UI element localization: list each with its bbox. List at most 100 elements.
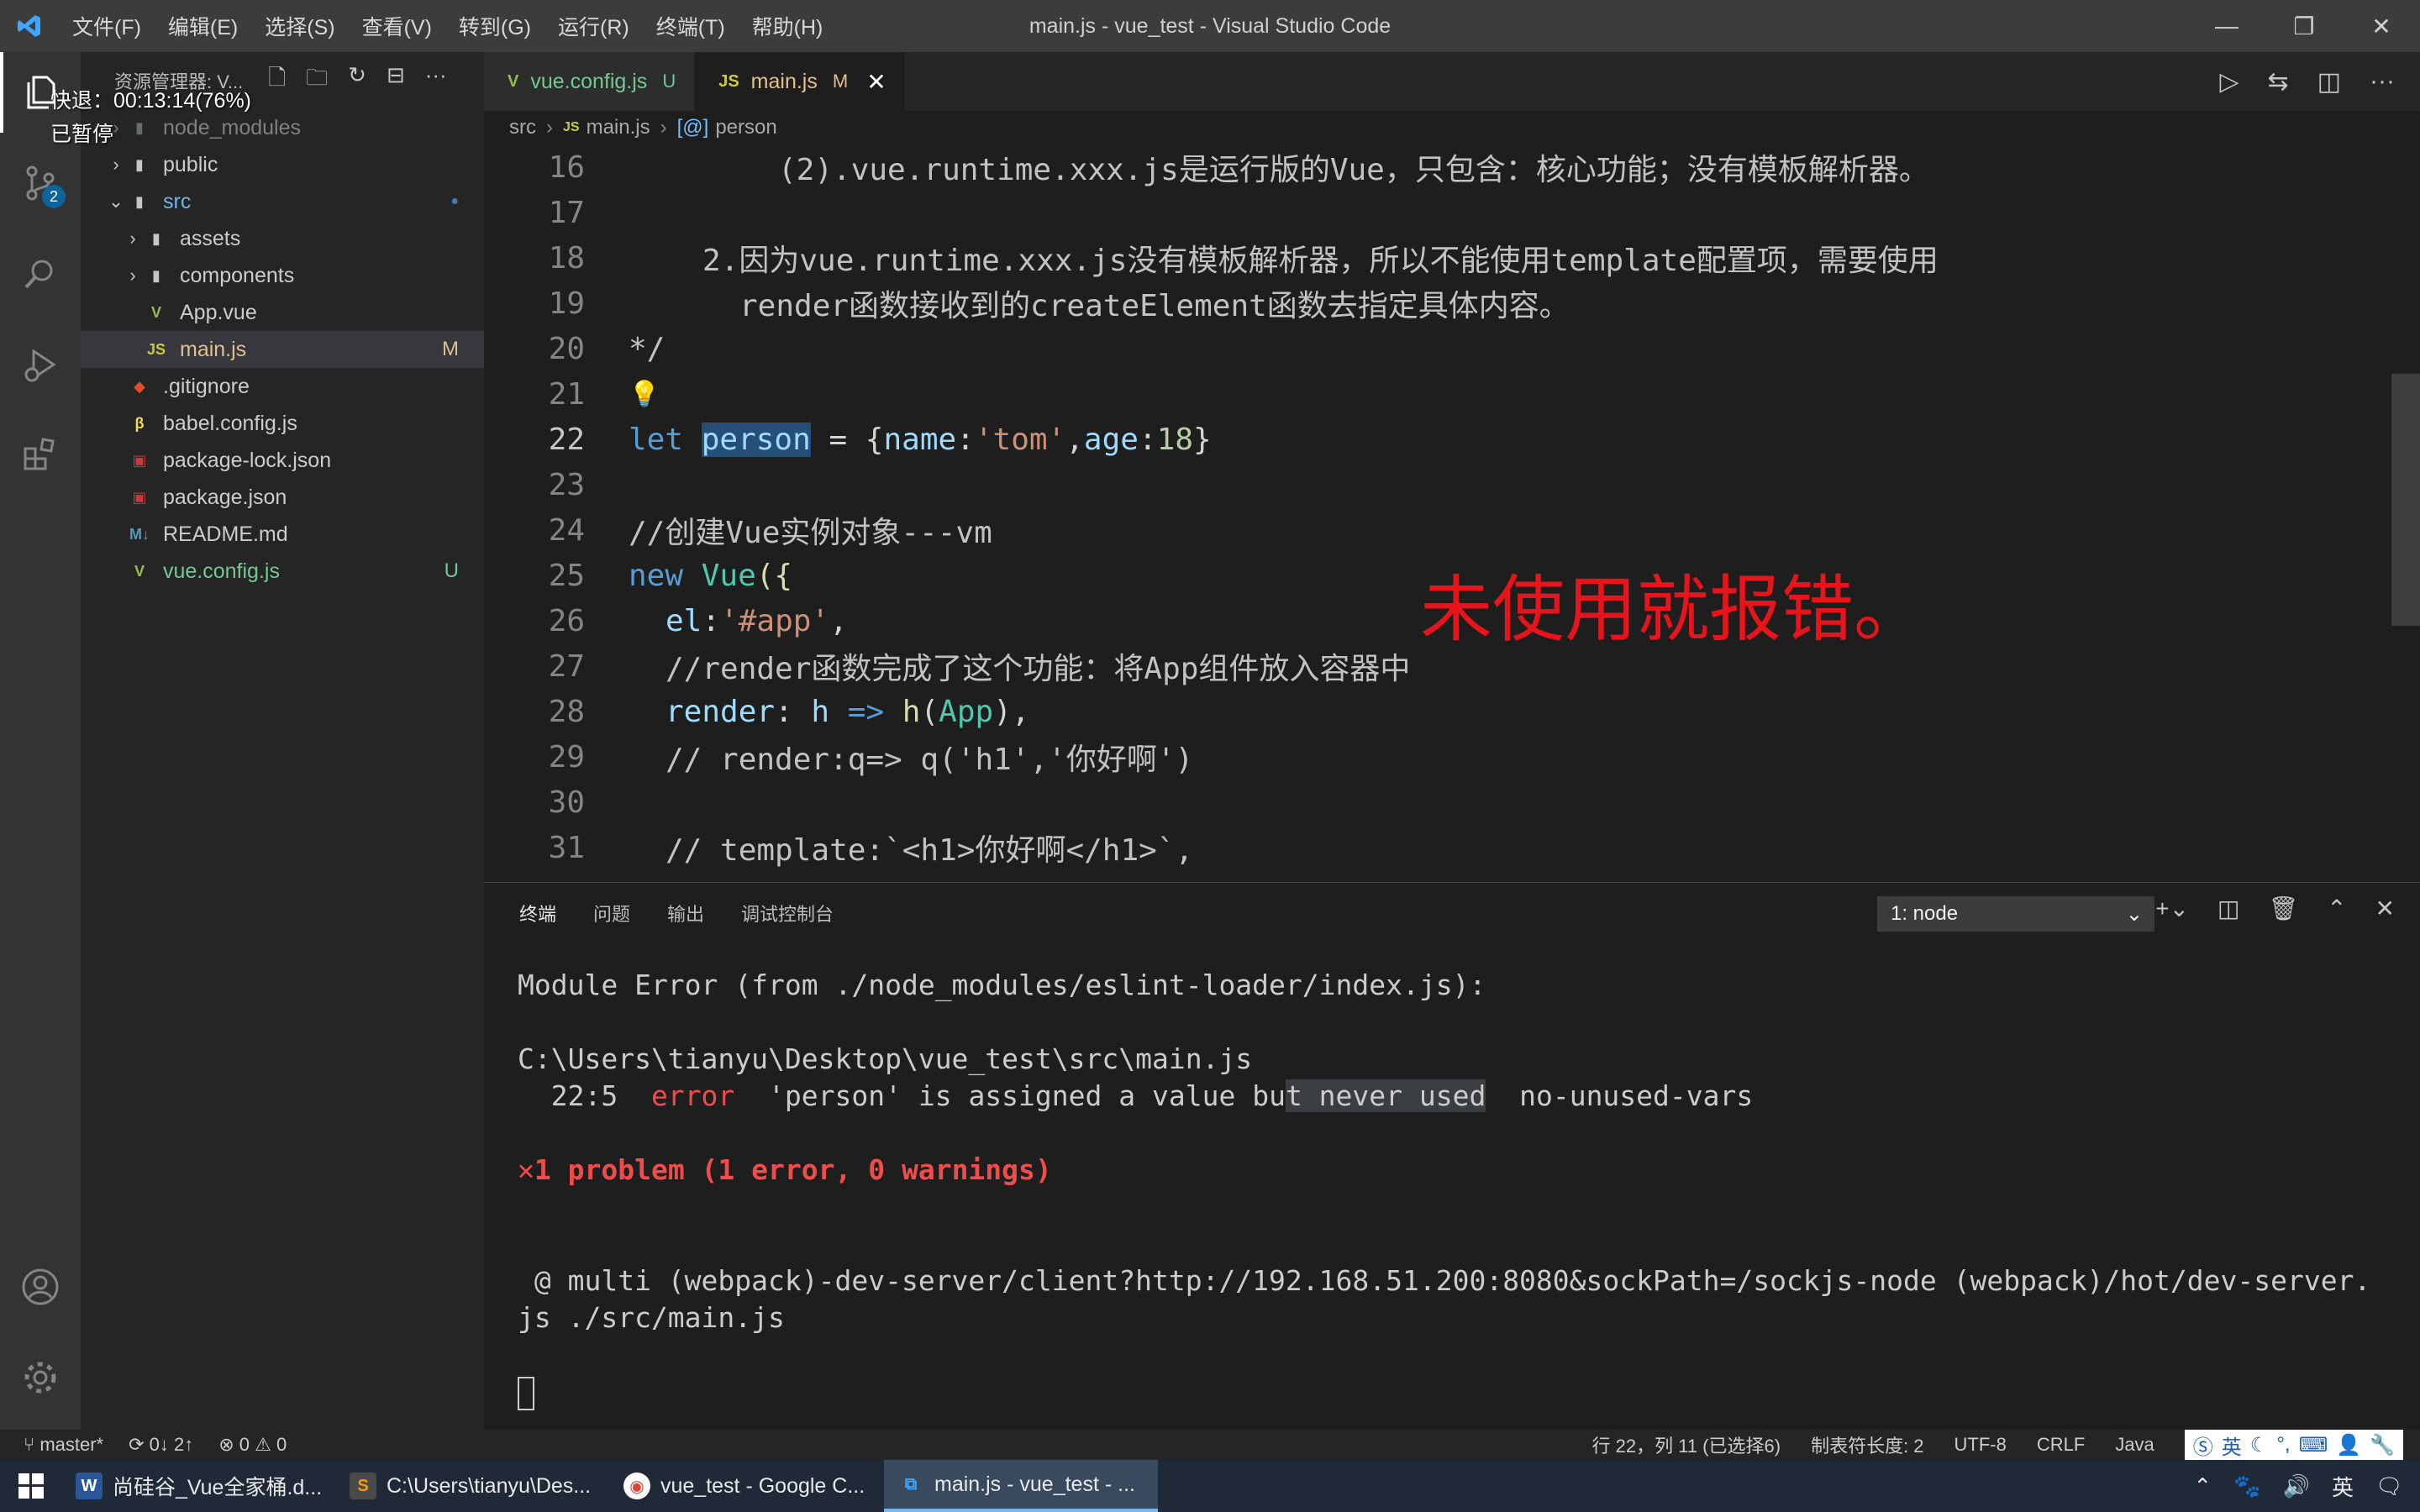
- more-actions-icon[interactable]: ···: [425, 62, 447, 99]
- tree-item-package-lock[interactable]: ▣ package-lock.json: [81, 442, 484, 479]
- taskbar-item-sublime[interactable]: S C:\Users\tianyu\Des...: [336, 1460, 610, 1512]
- menu-edit[interactable]: 编辑(E): [155, 11, 251, 41]
- menu-run[interactable]: 运行(R): [544, 11, 643, 41]
- scrollbar-thumb[interactable]: [2391, 374, 2420, 626]
- indentation[interactable]: 制表符长度: 2: [1811, 1431, 1923, 1458]
- menu-terminal[interactable]: 终端(T): [643, 11, 739, 41]
- tab-label: main.js: [750, 69, 818, 93]
- new-file-icon[interactable]: 🗋: [268, 62, 286, 99]
- modified-dot: ●: [450, 194, 459, 208]
- maximize-panel-icon[interactable]: ⌃: [2327, 895, 2346, 922]
- modified-badge: M: [442, 338, 459, 360]
- trash-icon[interactable]: 🗑: [2269, 895, 2299, 922]
- menu-go[interactable]: 转到(G): [445, 11, 544, 41]
- chevron-down-icon: ⌄: [108, 191, 124, 212]
- windows-start-icon[interactable]: [0, 1460, 62, 1512]
- split-terminal-icon[interactable]: ◫: [2217, 895, 2239, 922]
- tab-vue-config[interactable]: V vue.config.js U: [484, 52, 696, 111]
- error-x-icon: ✕: [518, 1153, 534, 1186]
- tree-item-node-modules[interactable]: › ▮ node_modules: [81, 109, 484, 146]
- breadcrumb-item[interactable]: person: [715, 116, 776, 139]
- open-changes-icon[interactable]: ⇆: [2268, 67, 2289, 97]
- terminal-select[interactable]: 1: node ⌄: [1877, 896, 2154, 932]
- taskbar-item-chrome[interactable]: ◉ vue_test - Google C...: [610, 1460, 884, 1512]
- line-number: 21: [548, 376, 585, 412]
- run-icon[interactable]: ▷: [2219, 67, 2238, 97]
- menu-selection[interactable]: 选择(S): [251, 11, 348, 41]
- tree-item-package-json[interactable]: ▣ package.json: [81, 479, 484, 516]
- tray-ime[interactable]: 英: [2332, 1471, 2354, 1502]
- taskbar-item-vscode[interactable]: ⧉ main.js - vue_test - ...: [884, 1460, 1158, 1512]
- source-control-icon[interactable]: 2: [0, 143, 81, 223]
- tree-item-src[interactable]: ⌄ ▮ src ●: [81, 183, 484, 220]
- tray-expand-icon[interactable]: ⌃: [2193, 1473, 2212, 1499]
- tree-item-readme[interactable]: M↓ README.md: [81, 516, 484, 553]
- git-sync[interactable]: ⟳ 0↓ 2↑: [129, 1434, 193, 1456]
- menu-help[interactable]: 帮助(H): [739, 11, 837, 41]
- new-folder-icon[interactable]: 🗀: [306, 62, 328, 99]
- breadcrumb-item[interactable]: main.js: [587, 116, 650, 139]
- tab-terminal[interactable]: 终端: [519, 900, 556, 927]
- tree-item-main-js[interactable]: JS main.js M: [81, 331, 484, 368]
- close-panel-icon[interactable]: ✕: [2375, 895, 2395, 922]
- breadcrumb-item[interactable]: src: [509, 116, 536, 139]
- tree-item-app-vue[interactable]: V App.vue: [81, 294, 484, 331]
- tree-item-label: .gitignore: [163, 374, 250, 398]
- code-text: */: [629, 331, 666, 366]
- git-branch[interactable]: ⑂ master*: [24, 1434, 103, 1456]
- tree-item-assets[interactable]: › ▮ assets: [81, 220, 484, 257]
- tab-problems[interactable]: 问题: [593, 900, 630, 927]
- close-window-icon[interactable]: ✕: [2343, 0, 2420, 52]
- tree-item-babel-config[interactable]: β babel.config.js: [81, 405, 484, 442]
- menu-view[interactable]: 查看(V): [349, 11, 445, 41]
- ime-toolbar[interactable]: Ⓢ 英 ☾ °, ⌨ 👤 🔧: [2184, 1430, 2403, 1460]
- tab-main-js[interactable]: JS main.js M ✕: [695, 52, 906, 111]
- more-actions-icon[interactable]: ···: [2370, 67, 2395, 96]
- tab-output[interactable]: 输出: [667, 900, 704, 927]
- line-number: 26: [548, 603, 585, 638]
- menu-file[interactable]: 文件(F): [59, 11, 155, 41]
- folder-icon: ▮: [135, 155, 144, 173]
- refresh-icon[interactable]: ↻: [348, 62, 366, 99]
- close-tab-icon[interactable]: ✕: [866, 68, 886, 96]
- tree-item-label: package.json: [163, 485, 287, 509]
- volume-icon[interactable]: 🔊: [2283, 1473, 2310, 1499]
- taskbar-item-word[interactable]: W 尚硅谷_Vue全家桶.d...: [62, 1460, 336, 1512]
- split-editor-icon[interactable]: ◫: [2317, 67, 2341, 97]
- chevron-right-icon: ›: [546, 116, 553, 139]
- tab-debug-console[interactable]: 调试控制台: [741, 900, 834, 927]
- tree-item-public[interactable]: › ▮ public: [81, 146, 484, 183]
- ime-logo-icon: Ⓢ: [2192, 1436, 2213, 1459]
- notification-icon[interactable]: 🗨: [2375, 1473, 2403, 1499]
- settings-gear-icon[interactable]: [0, 1337, 81, 1418]
- run-debug-icon[interactable]: [0, 324, 81, 405]
- cursor-position[interactable]: 行 22，列 11 (已选择6): [1592, 1431, 1781, 1458]
- tree-item-vue-config[interactable]: V vue.config.js U: [81, 553, 484, 590]
- line-ending[interactable]: CRLF: [2037, 1434, 2085, 1456]
- code-text: new Vue({: [629, 558, 793, 593]
- collapse-all-icon[interactable]: ⊟: [387, 62, 405, 99]
- wrench-icon: 🔧: [2370, 1433, 2395, 1457]
- minimize-icon[interactable]: —: [2188, 0, 2265, 52]
- vue-file-icon: V: [150, 303, 161, 321]
- code-line-current: 22 let person = {name:'tom',age:18}: [484, 417, 2391, 462]
- tray-app-icon[interactable]: 🐾: [2233, 1473, 2260, 1499]
- code-editor[interactable]: 16 (2).vue.runtime.xxx.js是运行版的Vue，只包含：核心…: [484, 144, 2391, 882]
- tree-item-components[interactable]: › ▮ components: [81, 257, 484, 294]
- terminal-output[interactable]: Module Error (from ./node_modules/eslint…: [518, 967, 2400, 1410]
- tree-item-gitignore[interactable]: ◆ .gitignore: [81, 368, 484, 405]
- terminal-line: 22:5 error 'person' is assigned a value …: [518, 1079, 1754, 1112]
- extensions-icon[interactable]: [0, 415, 81, 496]
- account-icon[interactable]: [0, 1247, 81, 1327]
- js-file-icon: JS: [146, 340, 166, 358]
- new-terminal-icon[interactable]: +⌄: [2155, 895, 2189, 922]
- restore-icon[interactable]: ❐: [2265, 0, 2343, 52]
- line-number: 28: [548, 694, 585, 729]
- encoding[interactable]: UTF-8: [1954, 1434, 2007, 1456]
- language-mode[interactable]: Java: [2115, 1434, 2154, 1456]
- problems-count[interactable]: ⊗ 0 ⚠ 0: [218, 1434, 287, 1456]
- vue-file-icon: V: [134, 562, 145, 580]
- search-icon[interactable]: [0, 234, 81, 314]
- code-text: el:'#app',: [666, 603, 848, 638]
- lightbulb-icon[interactable]: 💡: [629, 380, 660, 409]
